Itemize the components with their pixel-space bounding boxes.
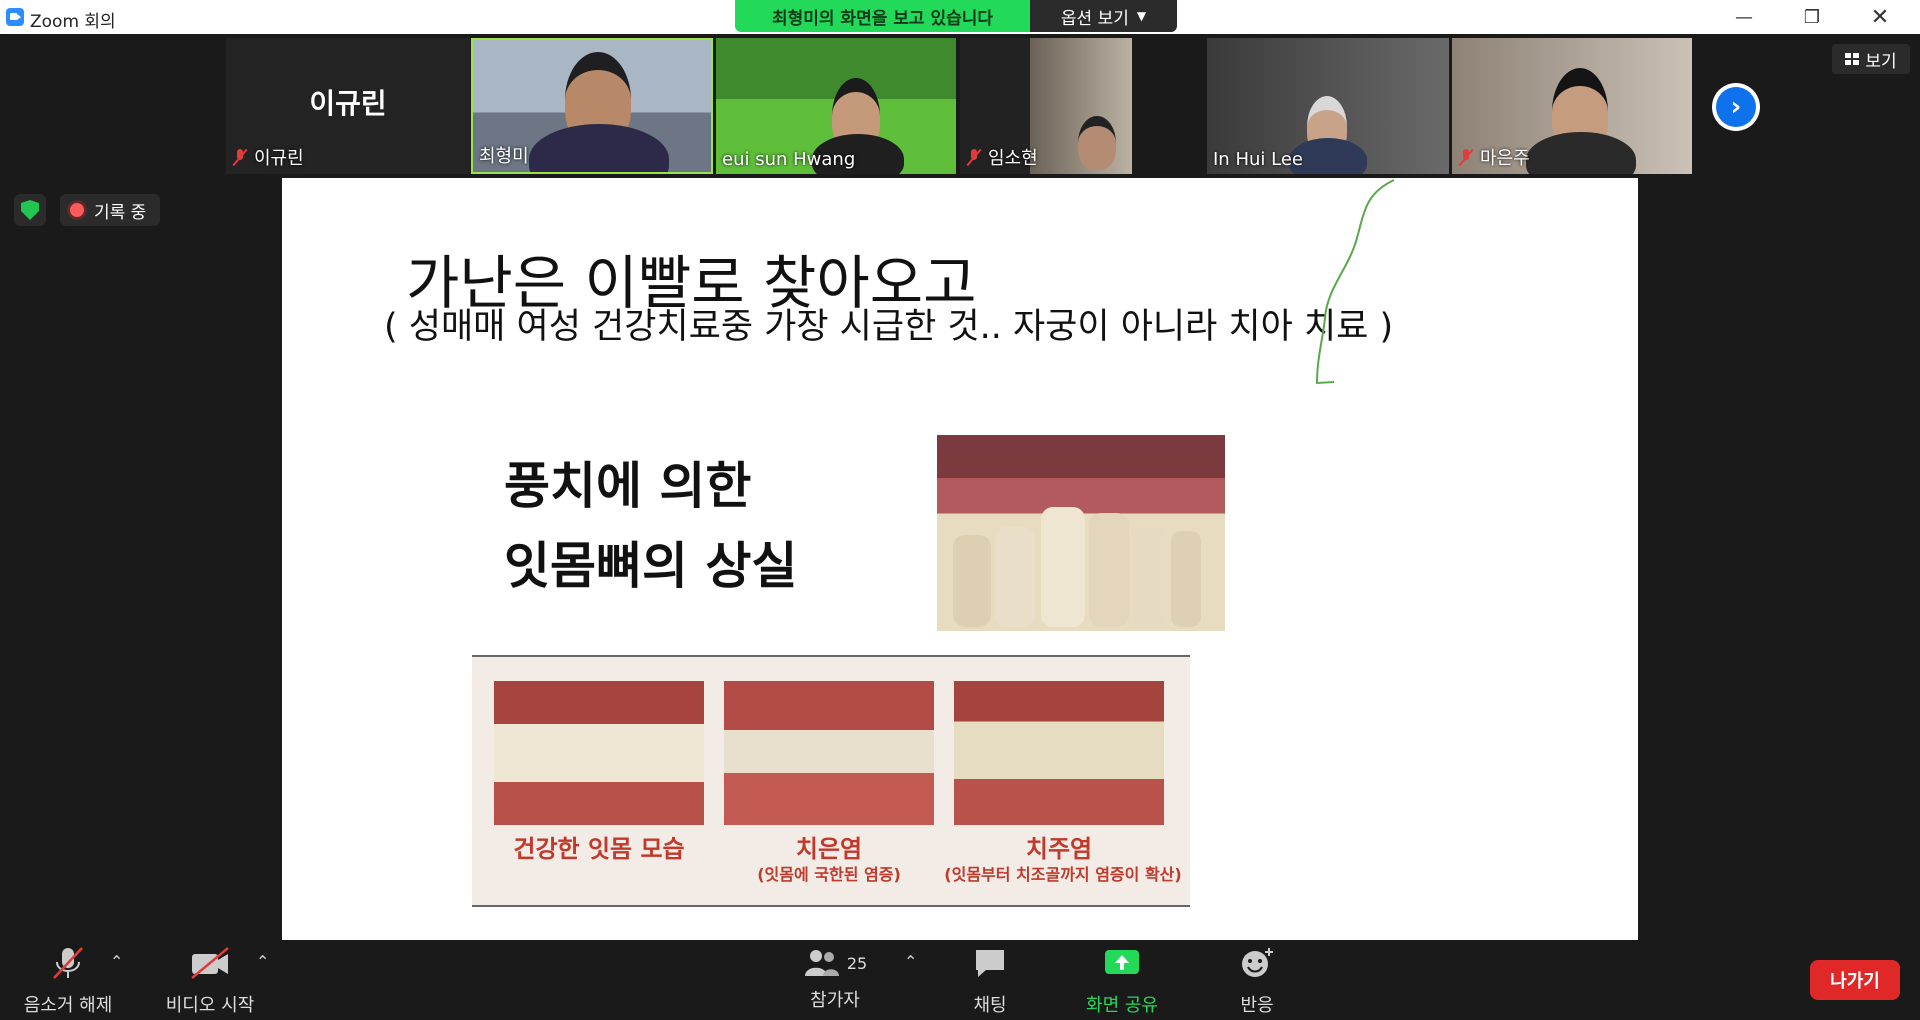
participant-tile[interactable]: 마은주 (1452, 38, 1692, 174)
recording-dot-icon (70, 203, 84, 217)
chevron-right-icon: › (1716, 87, 1756, 127)
security-shield-button[interactable] (14, 194, 46, 226)
participants-icon (804, 950, 839, 976)
share-banner-message: 최형미의 화면을 보고 있습니다 (735, 0, 1030, 32)
leave-button[interactable]: 나가기 (1810, 960, 1900, 1000)
view-options-label: 옵션 보기 (1060, 8, 1129, 29)
slide-caption: 풍치에 의한 잇몸뼈의 상실 (504, 446, 797, 606)
panel-sublabel: (잇몸부터 치조골까지 염증이 확산) (944, 865, 1182, 884)
start-video-button[interactable]: 비디오 시작 (160, 946, 260, 1017)
slide-subtitle: ( 성매매 여성 건강치료중 가장 시급한 것.. 자궁이 아니라 치아 치료 … (384, 307, 1394, 347)
participant-tile[interactable]: 임소현 (960, 38, 1132, 174)
participant-name: 이규린 (254, 148, 304, 169)
panel-label: 건강한 잇몸 모습 (513, 835, 685, 863)
participant-name: 최형미 (479, 146, 529, 167)
participant-tile[interactable]: In Hui Lee (1207, 38, 1449, 174)
minimize-button[interactable]: — (1716, 0, 1772, 34)
participant-name: In Hui Lee (1213, 149, 1303, 170)
restore-button[interactable]: ❐ (1784, 0, 1840, 34)
panel-sublabel: (잇몸에 국한된 염증) (757, 865, 901, 884)
view-label: 보기 (1865, 51, 1897, 72)
participant-tile[interactable]: 이규린 이규린 (226, 38, 470, 174)
chevron-down-icon: ▼ (1136, 9, 1147, 23)
video-options-caret-icon[interactable]: ⌃ (256, 952, 269, 971)
participant-tile[interactable]: eui sun Hwang (716, 38, 956, 174)
gum-recession-photo (937, 435, 1225, 631)
panel-label: 치은염 (795, 835, 863, 863)
mic-muted-icon (1458, 148, 1474, 166)
audio-options-caret-icon[interactable]: ⌃ (110, 952, 123, 971)
participants-label: 참가자 (810, 990, 860, 1011)
avatar (1078, 116, 1116, 170)
participant-name: 마은주 (1480, 148, 1530, 169)
close-button[interactable]: ✕ (1852, 0, 1908, 34)
participants-options-caret-icon[interactable]: ⌃ (904, 952, 917, 971)
periodontitis-photo (954, 681, 1164, 825)
shield-icon (21, 200, 39, 220)
share-banner: 최형미의 화면을 보고 있습니다 옵션 보기 ▼ (735, 0, 1177, 32)
reactions-button[interactable]: 반응 (1217, 946, 1297, 1017)
caption-line: 잇몸뼈의 상실 (504, 536, 798, 595)
chat-icon (976, 950, 1004, 977)
participant-count: 25 (846, 953, 868, 973)
avatar (529, 124, 669, 172)
recording-indicator[interactable]: 기록 중 (60, 194, 161, 226)
view-options-button[interactable]: 옵션 보기 ▼ (1030, 0, 1177, 32)
healthy-gum-photo (494, 681, 704, 825)
participant-name: eui sun Hwang (722, 149, 856, 170)
unmute-button[interactable]: 음소거 해제 (18, 946, 118, 1017)
reactions-label: 반응 (1240, 995, 1274, 1016)
next-participants-button[interactable]: › (1712, 83, 1760, 131)
gum-condition-panel: 건강한 잇몸 모습 치은염 치주염 (잇몸에 국한된 염증) (잇몸부터 치조골… (472, 655, 1190, 907)
grid-view-icon (1845, 53, 1860, 65)
participant-display-name: 이규린 (309, 87, 387, 120)
share-screen-button[interactable]: 화면 공유 (1072, 946, 1172, 1017)
mic-muted-icon (232, 148, 248, 166)
mic-muted-icon (966, 148, 982, 166)
window-title: Zoom 회의 (30, 12, 116, 32)
reactions-icon (1242, 948, 1273, 977)
chat-label: 채팅 (973, 995, 1007, 1016)
annotation-stroke (1315, 179, 1395, 385)
avatar (1526, 132, 1636, 174)
view-button[interactable]: 보기 (1832, 44, 1910, 74)
start-video-label: 비디오 시작 (165, 995, 255, 1016)
share-screen-label: 화면 공유 (1086, 995, 1158, 1016)
caption-line: 풍치에 의한 (504, 456, 752, 515)
recording-label: 기록 중 (94, 202, 147, 223)
teeth-illustration (953, 507, 1201, 627)
shared-screen-slide: 가난은 이빨로 찾아오고 ( 성매매 여성 건강치료중 가장 시급한 것.. 자… (282, 178, 1638, 940)
zoom-logo-icon (6, 8, 24, 26)
gingivitis-photo (724, 681, 934, 825)
panel-label: 치주염 (1025, 835, 1093, 863)
mic-muted-icon (53, 947, 83, 979)
unmute-label: 음소거 해제 (23, 995, 113, 1016)
participant-tile-active-speaker[interactable]: 최형미 (471, 38, 713, 174)
participant-name: 임소현 (988, 148, 1038, 169)
video-off-icon (191, 947, 229, 979)
participants-button[interactable]: 25 참가자 (790, 946, 880, 1012)
share-screen-icon (1105, 950, 1139, 974)
chat-button[interactable]: 채팅 (950, 946, 1030, 1017)
